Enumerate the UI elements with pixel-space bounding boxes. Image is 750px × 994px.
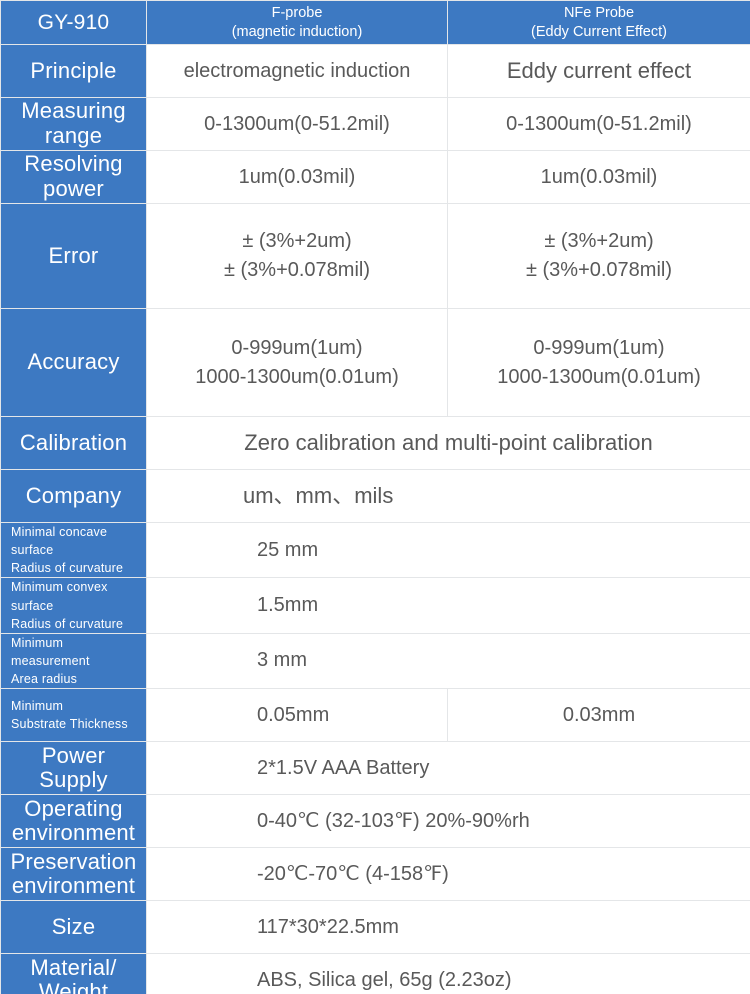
- calibration-value: Zero calibration and multi-point calibra…: [146, 416, 750, 470]
- accuracy-f-probe-value: 0-999um(1um) 1000-1300um(0.01um): [146, 308, 448, 417]
- f-probe-title: F-probe: [271, 4, 323, 21]
- row-label-min-convex-radius: Minimum convex surface Radius of curvatu…: [0, 577, 147, 634]
- row-label-text-line1: Minimum: [11, 699, 64, 713]
- table-row-accuracy: Accuracy 0-999um(1um) 1000-1300um(0.01um…: [0, 308, 750, 417]
- table-row-resolving-power: Resolving power 1um(0.03mil) 1um(0.03mil…: [0, 150, 750, 204]
- row-label-operating-environment: Operating environment: [0, 794, 147, 849]
- row-label-material-weight: Material/ Weight: [0, 953, 147, 994]
- accuracy-f-probe-line2: 1000-1300um(0.01um): [195, 365, 399, 388]
- error-nfe-probe-line2: ± (3%+0.078mil): [525, 259, 673, 281]
- row-label-measuring-range: Measuring range: [0, 97, 147, 151]
- row-label-text-line2: Weight: [38, 979, 109, 994]
- f-probe-subtitle: (magnetic induction): [231, 23, 363, 40]
- row-label-company: Company: [0, 469, 147, 523]
- measuring-range-f-probe-value: 0-1300um(0-51.2mil): [146, 97, 448, 151]
- table-row-calibration: Calibration Zero calibration and multi-p…: [0, 416, 750, 470]
- table-row-company: Company um、mm、mils: [0, 469, 750, 523]
- error-nfe-probe-value: ± (3%+2um) ± (3%+0.078mil): [447, 203, 750, 309]
- accuracy-f-probe-line1: 0-999um(1um): [231, 336, 363, 359]
- specification-sheet: GY-910 F-probe (magnetic induction) NFe …: [0, 0, 750, 994]
- row-label-preservation-environment: Preservation environment: [0, 847, 147, 902]
- resolving-power-f-probe-value: 1um(0.03mil): [146, 150, 448, 204]
- row-label-min-substrate-thickness: Minimum Substrate Thickness: [0, 688, 147, 743]
- row-label-text: Principle: [30, 57, 117, 83]
- table-row-min-measurement-area: Minimum measurement Area radius 3 mm: [0, 632, 750, 690]
- row-label-text-line2: Radius of curvature: [11, 561, 124, 576]
- row-label-calibration: Calibration: [0, 416, 147, 470]
- operating-environment-value: 0-40℃ (32-103℉) 20%-90%rh: [146, 794, 750, 849]
- table-row-min-convex-radius: Minimum convex surface Radius of curvatu…: [0, 577, 750, 634]
- min-convex-radius-value: 1.5mm: [146, 577, 750, 634]
- table-header-row: GY-910 F-probe (magnetic induction) NFe …: [0, 0, 750, 45]
- error-f-probe-value: ± (3%+2um) ± (3%+0.078mil): [146, 203, 448, 309]
- row-label-principle: Principle: [0, 44, 147, 98]
- table-row-operating-environment: Operating environment 0-40℃ (32-103℉) 20…: [0, 794, 750, 849]
- accuracy-nfe-probe-line1: 0-999um(1um): [533, 336, 665, 359]
- row-label-text-line2: environment: [11, 873, 136, 899]
- error-f-probe-line2: ± (3%+0.078mil): [223, 259, 371, 281]
- preservation-environment-value: -20℃-70℃ (4-158℉): [146, 847, 750, 902]
- min-measurement-area-value: 3 mm: [146, 632, 750, 690]
- specification-table: GY-910 F-probe (magnetic induction) NFe …: [0, 0, 750, 994]
- model-name-cell: GY-910: [0, 0, 147, 45]
- resolving-power-nfe-probe-value: 1um(0.03mil): [447, 150, 750, 204]
- principle-nfe-probe-value: Eddy current effect: [447, 44, 750, 98]
- table-row-min-concave-radius: Minimal concave surface Radius of curvat…: [0, 521, 750, 579]
- row-label-error: Error: [0, 203, 147, 309]
- table-row-principle: Principle electromagnetic induction Eddy…: [0, 44, 750, 98]
- table-row-size: Size 117*30*22.5mm: [0, 900, 750, 955]
- row-label-text-line1: Material/: [30, 954, 117, 980]
- row-label-text-line1: Minimal concave surface: [11, 525, 108, 558]
- principle-f-probe-value: electromagnetic induction: [146, 44, 448, 98]
- table-row-material-weight: Material/ Weight ABS, Silica gel, 65g (2…: [0, 953, 750, 994]
- column-header-f-probe: F-probe (magnetic induction): [146, 0, 448, 45]
- row-label-min-measurement-area: Minimum measurement Area radius: [0, 632, 147, 690]
- row-label-text-line2: Radius of curvature: [11, 616, 124, 631]
- row-label-text-line2: power: [43, 176, 104, 201]
- row-label-size: Size: [0, 900, 147, 955]
- row-label-text-line1: Resolving: [24, 151, 123, 177]
- row-label-text-line1: Minimum measurement: [11, 635, 90, 668]
- material-weight-value: ABS, Silica gel, 65g (2.23oz): [146, 953, 750, 994]
- row-label-text-line1: Measuring: [21, 98, 126, 124]
- row-label-text-line1: Minimum convex surface: [11, 580, 108, 613]
- row-label-text: Calibration: [19, 429, 128, 455]
- table-row-min-substrate-thickness: Minimum Substrate Thickness 0.05mm 0.03m…: [0, 688, 750, 743]
- measuring-range-nfe-probe-value: 0-1300um(0-51.2mil): [447, 97, 750, 151]
- row-label-power-supply: Power Supply: [0, 741, 147, 796]
- nfe-probe-title: NFe Probe: [563, 4, 635, 21]
- size-value: 117*30*22.5mm: [146, 900, 750, 955]
- column-header-nfe-probe: NFe Probe (Eddy Current Effect): [447, 0, 750, 45]
- accuracy-nfe-probe-line2: 1000-1300um(0.01um): [497, 365, 701, 388]
- row-label-text-line2: range: [44, 123, 103, 148]
- table-row-error: Error ± (3%+2um) ± (3%+0.078mil) ± (3%+2…: [0, 203, 750, 309]
- row-label-min-concave-radius: Minimal concave surface Radius of curvat…: [0, 521, 147, 579]
- row-label-text: Power Supply: [39, 742, 108, 793]
- accuracy-nfe-probe-value: 0-999um(1um) 1000-1300um(0.01um): [447, 308, 750, 417]
- table-row-measuring-range: Measuring range 0-1300um(0-51.2mil) 0-13…: [0, 97, 750, 151]
- row-label-text: Error: [48, 242, 99, 268]
- error-f-probe-line1: ± (3%+2um): [242, 230, 352, 252]
- row-label-accuracy: Accuracy: [0, 308, 147, 417]
- power-supply-value: 2*1.5V AAA Battery: [146, 741, 750, 796]
- table-row-preservation-environment: Preservation environment -20℃-70℃ (4-158…: [0, 847, 750, 902]
- row-label-text-line2: environment: [11, 820, 136, 846]
- row-label-text: Accuracy: [27, 349, 120, 375]
- company-units-value: um、mm、mils: [146, 469, 750, 523]
- row-label-text: Size: [51, 913, 96, 939]
- row-label-resolving-power: Resolving power: [0, 150, 147, 204]
- row-label-text-line2: Area radius: [11, 672, 78, 686]
- model-name-label: GY-910: [37, 10, 110, 34]
- min-concave-radius-value: 25 mm: [146, 521, 750, 579]
- nfe-probe-subtitle: (Eddy Current Effect): [531, 23, 667, 40]
- table-row-power-supply: Power Supply 2*1.5V AAA Battery: [0, 741, 750, 796]
- min-substrate-thickness-f-probe-value: 0.05mm: [146, 688, 448, 743]
- min-substrate-thickness-nfe-probe-value: 0.03mm: [447, 688, 750, 743]
- row-label-text: Company: [25, 482, 122, 508]
- error-nfe-probe-line1: ± (3%+2um): [544, 230, 654, 252]
- row-label-text-line1: Operating: [24, 795, 123, 821]
- row-label-text-line1: Preservation: [10, 848, 137, 874]
- row-label-text-line2: Substrate Thickness: [11, 717, 128, 732]
